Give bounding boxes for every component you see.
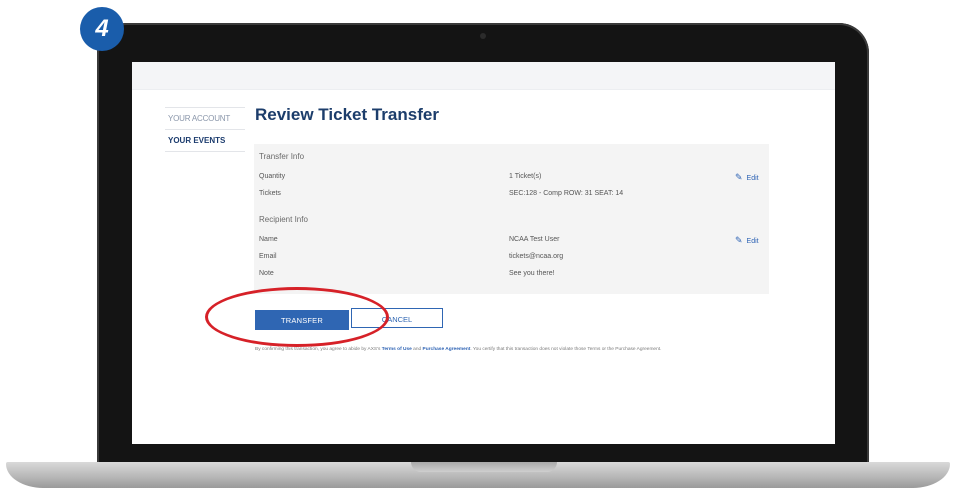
- legal-disclaimer: By confirming this transaction, you agre…: [255, 347, 661, 352]
- step-number-badge: 4: [80, 7, 124, 51]
- legal-text-prefix: By confirming this transaction, you agre…: [255, 347, 381, 352]
- pencil-icon: ✎: [735, 235, 743, 245]
- email-label: Email: [259, 253, 277, 260]
- top-bar: [132, 62, 835, 90]
- quantity-label: Quantity: [259, 173, 286, 180]
- transfer-summary-panel: Transfer Info Quantity 1 Ticket(s) ✎ Edit…: [254, 144, 769, 294]
- legal-text-suffix: . You certify that this transaction does…: [470, 347, 662, 352]
- sidebar-item-your-events[interactable]: YOUR EVENTS: [165, 129, 245, 152]
- transfer-highlight-circle: [205, 287, 389, 347]
- tickets-value: SEC:128 - Comp ROW: 31 SEAT: 14: [509, 190, 624, 197]
- sidebar-item-your-account[interactable]: YOUR ACCOUNT: [165, 107, 245, 129]
- edit-transfer-label: Edit: [746, 175, 759, 182]
- edit-transfer-link[interactable]: ✎ Edit: [735, 172, 759, 183]
- edit-recipient-label: Edit: [746, 238, 759, 245]
- account-sidebar: YOUR ACCOUNT YOUR EVENTS: [165, 107, 245, 152]
- quantity-value: 1 Ticket(s): [509, 173, 542, 180]
- tickets-label: Tickets: [259, 190, 281, 197]
- note-label: Note: [259, 270, 274, 277]
- transfer-info-heading: Transfer Info: [259, 152, 305, 161]
- edit-recipient-link[interactable]: ✎ Edit: [735, 235, 759, 246]
- note-value: See you there!: [509, 270, 555, 277]
- email-value: tickets@ncaa.org: [509, 253, 564, 260]
- recipient-info-heading: Recipient Info: [259, 215, 308, 224]
- purchase-agreement-link[interactable]: Purchase Agreement: [423, 347, 471, 352]
- camera-icon: [480, 33, 486, 39]
- laptop-base: [6, 462, 950, 488]
- name-label: Name: [259, 236, 278, 243]
- page-title: Review Ticket Transfer: [255, 105, 439, 124]
- app-screen: YOUR ACCOUNT YOUR EVENTS Review Ticket T…: [132, 62, 835, 444]
- terms-of-use-link[interactable]: Terms of Use: [382, 347, 412, 352]
- legal-text-and: and: [413, 347, 422, 352]
- laptop-notch: [411, 462, 557, 472]
- pencil-icon: ✎: [735, 172, 743, 182]
- name-value: NCAA Test User: [509, 236, 560, 243]
